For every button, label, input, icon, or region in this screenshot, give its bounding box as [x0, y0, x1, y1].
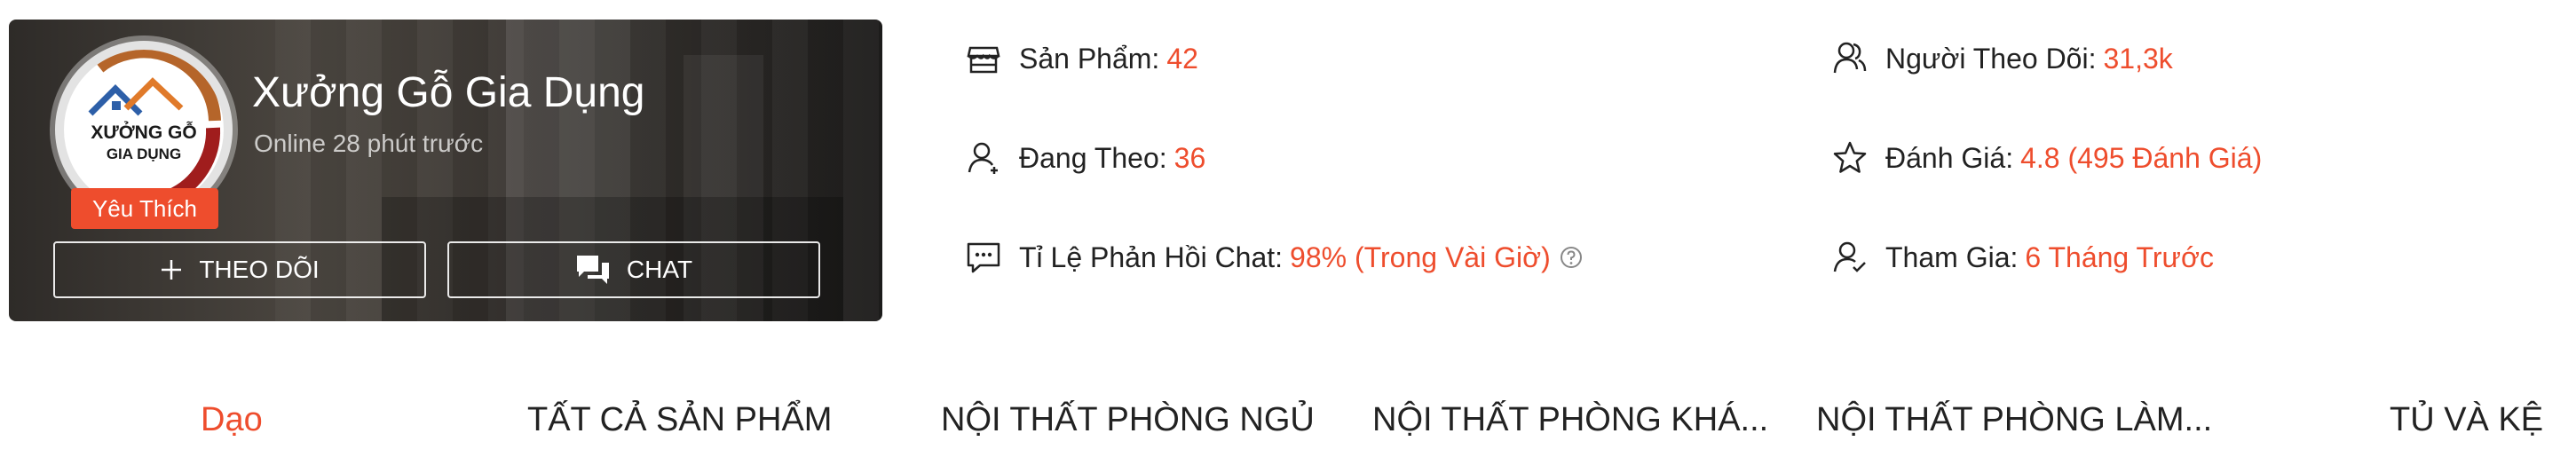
- stat-following: Đang Theo: 36: [966, 140, 1205, 176]
- stat-rating-value: 4.8 (495 Đánh Giá): [2020, 141, 2263, 174]
- help-icon[interactable]: [1560, 246, 1583, 269]
- star-icon: [1833, 141, 1867, 173]
- follow-button[interactable]: THEO DÕI: [53, 241, 426, 298]
- stat-products-label: Sản Phẩm:: [1019, 42, 1160, 75]
- stat-joined-value: 6 Tháng Trước: [2025, 240, 2214, 273]
- stat-products-value: 42: [1166, 42, 1198, 75]
- logo-text-line2: GIA DỤNG: [106, 146, 182, 162]
- stat-followers: Người Theo Dõi: 31,3k: [1832, 41, 2173, 76]
- favorite-badge: Yêu Thích: [71, 188, 218, 229]
- tab-living-room-furniture[interactable]: NỘI THẤT PHÒNG KHÁ...: [1372, 398, 1781, 442]
- tab-dao[interactable]: Dạo: [201, 398, 378, 442]
- stat-chat-response-label: Tỉ Lệ Phản Hồi Chat:: [1019, 240, 1284, 273]
- chat-button-label: CHAT: [626, 256, 693, 283]
- followers-icon: [1833, 42, 1867, 74]
- tab-office-furniture[interactable]: NỘI THẤT PHÒNG LÀM...: [1816, 398, 2224, 442]
- stat-chat-response: Tỉ Lệ Phản Hồi Chat: 98% (Trong Vài Giờ): [966, 240, 1583, 275]
- stat-followers-value: 31,3k: [2103, 42, 2173, 75]
- shop-name: Xưởng Gỗ Gia Dụng: [252, 69, 645, 116]
- user-plus-icon: [968, 142, 998, 174]
- plus-icon: [162, 260, 182, 280]
- tab-cabinets-shelves[interactable]: TỦ VÀ KỆ: [2390, 398, 2567, 442]
- user-check-icon: [1833, 241, 1866, 272]
- stat-joined: Tham Gia: 6 Tháng Trước: [1832, 240, 2214, 275]
- stat-following-value: 36: [1173, 141, 1206, 174]
- store-icon: [967, 46, 1000, 74]
- follow-button-label: THEO DÕI: [199, 256, 320, 283]
- stat-rating: Đánh Giá: 4.8 (495 Đánh Giá): [1832, 140, 2262, 176]
- chat-button[interactable]: CHAT: [447, 241, 820, 298]
- logo-text-line1: XƯỞNG GỖ: [91, 122, 197, 143]
- stat-products: Sản Phẩm: 42: [966, 41, 1198, 76]
- stat-chat-response-value: 98% (Trong Vài Giờ): [1290, 240, 1551, 273]
- stat-rating-label: Đánh Giá:: [1885, 141, 2014, 174]
- stat-following-label: Đang Theo:: [1019, 141, 1167, 174]
- stat-joined-label: Tham Gia:: [1885, 240, 2019, 273]
- stat-followers-label: Người Theo Dõi:: [1885, 42, 2097, 75]
- shop-logo: XƯỞNG GỖ GIA DỤNG: [64, 50, 224, 209]
- chat-bubble-icon: [967, 242, 1000, 273]
- tab-bedroom-furniture[interactable]: NỘI THẤT PHÒNG NGỦ: [941, 398, 1331, 442]
- online-status: Online 28 phút trước: [254, 130, 484, 157]
- shop-header-card: XƯỞNG GỖ GIA DỤNG Yêu Thích Xưởng Gỗ Gia…: [9, 20, 882, 321]
- chat-icon: [576, 256, 609, 284]
- tab-all-products[interactable]: TẤT CẢ SẢN PHẨM: [527, 398, 882, 442]
